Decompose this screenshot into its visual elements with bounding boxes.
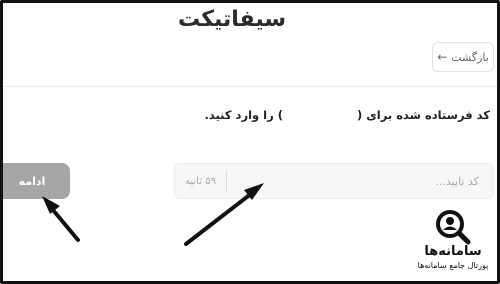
- back-button-label: بازگشت: [451, 50, 489, 64]
- annotation-arrow-left: [42, 196, 80, 242]
- watermark: سامانه‌ها پورتال جامع سامانه‌ها: [412, 208, 494, 280]
- resend-countdown-timer: ۵۹ ثانیه: [175, 170, 227, 192]
- watermark-tagline: پورتال جامع سامانه‌ها: [417, 260, 489, 271]
- verification-code-field: ۵۹ ثانیه: [174, 163, 494, 199]
- instruction-prefix: کد فرستاده شده برای (: [357, 108, 490, 122]
- header-divider: [0, 86, 500, 87]
- verification-instruction: کد فرستاده شده برای ( ) را وارد کنید.: [204, 108, 490, 122]
- verification-code-input[interactable]: [227, 164, 493, 198]
- magnifier-user-icon: [436, 210, 471, 245]
- instruction-suffix: ) را وارد کنید.: [204, 108, 283, 122]
- watermark-name: سامانه‌ها: [424, 244, 482, 259]
- page-header: سیفاتیکت بازگشت ←: [0, 0, 500, 80]
- logo-text: سیفاتیکت: [177, 6, 287, 32]
- back-button[interactable]: بازگشت ←: [432, 42, 494, 72]
- brand-logo[interactable]: سیفاتیکت: [177, 4, 290, 34]
- continue-button[interactable]: ادامه: [0, 163, 70, 199]
- arrow-right-icon: ←: [437, 50, 448, 64]
